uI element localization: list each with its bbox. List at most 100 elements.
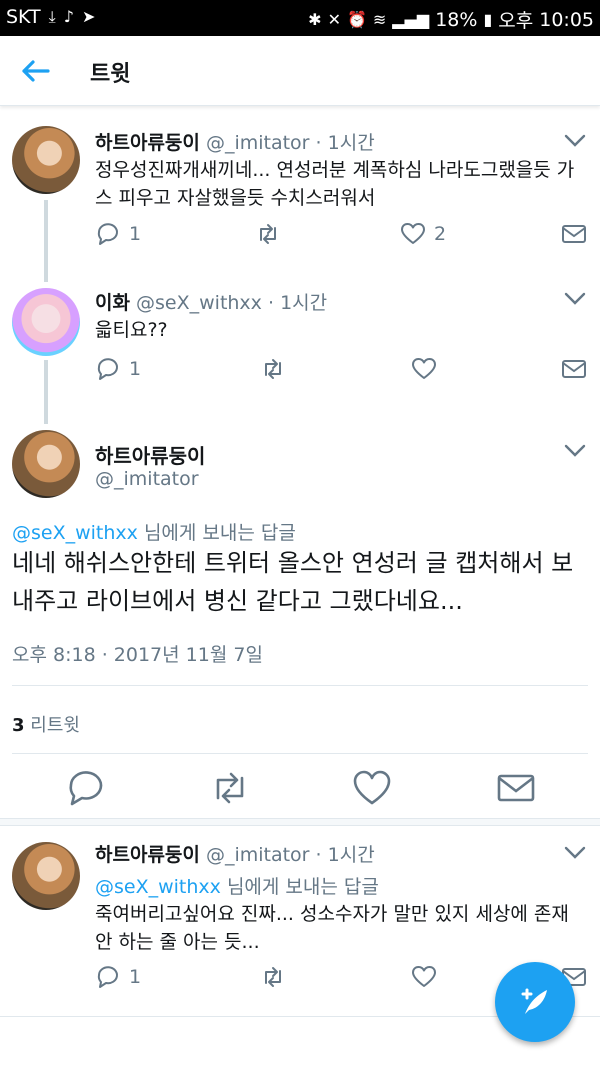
like-button[interactable] — [411, 962, 437, 992]
meta-separator: · — [267, 292, 281, 314]
user-handle: @_imitator — [205, 844, 310, 866]
tweet-header: 하트아류둥이 @_imitator · 1시간 — [95, 128, 375, 155]
tweet-time: 1시간 — [327, 132, 375, 154]
wifi-icon: ≋ — [372, 9, 387, 29]
reply-count: 1 — [129, 966, 142, 988]
clock-time: 10:05 — [539, 8, 594, 31]
user-name[interactable]: 하트아류둥이 — [95, 440, 205, 469]
retweet-button[interactable] — [260, 962, 286, 992]
reply-handle-link[interactable]: @seX_withxx — [12, 522, 138, 544]
focused-tweet: 하트아류둥이 @_imitator @seX_withxx 님에게 보내는 답글… — [0, 416, 600, 816]
like-count: 2 — [434, 223, 447, 245]
avatar[interactable] — [12, 288, 80, 356]
mute-icon: ✕ — [327, 9, 341, 29]
reply-count: 1 — [129, 223, 142, 245]
music-icon: ♪ — [63, 7, 74, 26]
share-button[interactable] — [496, 768, 536, 808]
tweet-header: 하트아류둥이 @_imitator · 1시간 — [95, 840, 375, 867]
notification-icon: ➤ — [81, 7, 96, 26]
compose-tweet-button[interactable] — [495, 962, 575, 1042]
like-icon — [412, 358, 436, 379]
tweet-item[interactable]: 이화 @seX_withxx · 1시간 읇티요?? 1 — [0, 276, 600, 416]
tweet-actions: 1 — [95, 354, 590, 384]
user-handle: @_imitator — [95, 468, 199, 490]
avatar[interactable] — [12, 126, 80, 194]
share-icon — [562, 360, 586, 378]
battery-icon: ▮ — [483, 9, 493, 29]
tweet-text: 읇티요?? — [95, 319, 168, 341]
chevron-down-icon[interactable] — [564, 134, 586, 148]
like-icon — [401, 223, 425, 244]
retweet-button[interactable] — [255, 219, 289, 249]
share-icon — [562, 225, 586, 243]
section-separator — [0, 818, 600, 826]
tweet-time: 1시간 — [327, 844, 375, 866]
reply-icon — [69, 771, 103, 806]
reply-handle-link[interactable]: @seX_withxx — [95, 876, 221, 898]
reply-suffix: 님에게 보내는 답글 — [137, 522, 296, 544]
tweet-text: 죽여버리고싶어요 진짜... 성소수자가 말만 있지 세상에 존재 안 하는 줄… — [95, 903, 569, 953]
download-icon: ⤓ — [48, 7, 56, 26]
tweet-item[interactable]: 하트아류둥이 @_imitator · 1시간 정우성진짜개새끼네... 연성러… — [0, 106, 600, 276]
user-handle: @seX_withxx — [136, 292, 262, 314]
reply-count: 1 — [129, 358, 142, 380]
retweet-icon — [260, 224, 276, 244]
chevron-down-icon[interactable] — [564, 444, 586, 458]
reply-context: @seX_withxx 님에게 보내는 답글 — [95, 872, 379, 899]
clock-ampm: 오후 — [498, 10, 534, 32]
like-button[interactable] — [411, 354, 437, 384]
divider — [12, 753, 588, 754]
reply-icon — [97, 223, 118, 245]
divider — [12, 685, 588, 686]
compose-icon — [521, 988, 547, 1014]
user-name[interactable]: 이화 — [95, 292, 130, 314]
app-bar: 트윗 — [0, 36, 600, 106]
carrier-label: SKT — [6, 6, 41, 28]
retweet-icon — [265, 967, 281, 987]
like-icon — [353, 770, 391, 805]
retweet-button[interactable] — [260, 354, 286, 384]
share-icon — [497, 774, 535, 802]
user-name[interactable]: 하트아류둥이 — [95, 844, 200, 866]
meta-separator: · — [315, 844, 328, 866]
reply-button[interactable]: 1 — [95, 354, 141, 384]
retweet-label: 리트윗 — [24, 715, 80, 736]
share-button[interactable] — [561, 219, 587, 249]
like-button[interactable] — [352, 768, 392, 808]
user-name[interactable]: 하트아류둥이 — [95, 132, 200, 154]
focused-actions — [0, 768, 600, 818]
reply-context: @seX_withxx 님에게 보내는 답글 — [12, 518, 296, 545]
reply-icon — [97, 966, 118, 988]
retweet-icon — [265, 359, 281, 379]
bluetooth-icon: ✱ — [308, 9, 322, 29]
tweet-timestamp: 오후 8:18 · 2017년 11월 7일 — [12, 644, 263, 666]
alarm-icon: ⏰ — [346, 9, 367, 29]
back-arrow-icon[interactable] — [18, 54, 52, 88]
page-title: 트윗 — [90, 62, 131, 87]
reply-button[interactable] — [66, 768, 106, 808]
user-handle: @_imitator — [205, 132, 310, 154]
reply-button[interactable]: 1 — [95, 219, 141, 249]
tweet-header: 이화 @seX_withxx · 1시간 — [95, 288, 327, 315]
reply-icon — [97, 358, 118, 380]
chevron-down-icon[interactable] — [564, 292, 586, 306]
retweet-count: 3 — [12, 715, 25, 736]
like-button[interactable]: 2 — [400, 219, 446, 249]
avatar[interactable] — [12, 430, 80, 498]
avatar[interactable] — [12, 842, 80, 910]
tweet-time: 1시간 — [280, 292, 328, 314]
meta-separator: · — [315, 132, 328, 154]
like-icon — [412, 966, 436, 987]
reply-suffix: 님에게 보내는 답글 — [220, 876, 379, 898]
signal-icon: ▂▄▆ — [392, 9, 430, 29]
tweet-text: 정우성진짜개새끼네... 연성러분 계폭하심 나라도그랬을듯 가스 피우고 자살… — [95, 159, 575, 209]
retweet-icon — [216, 772, 244, 804]
chevron-down-icon[interactable] — [564, 846, 586, 860]
tweet-actions: 1 2 — [95, 219, 590, 249]
battery-percent: 18% — [435, 8, 478, 31]
retweet-stats[interactable]: 3 리트윗 — [12, 711, 80, 737]
share-button[interactable] — [561, 354, 587, 384]
retweet-button[interactable] — [210, 768, 250, 808]
tweet-text: 네네 해쉬스안한테 트위터 올스안 연성러 글 캡처해서 보내주고 라이브에서 … — [12, 549, 574, 615]
reply-button[interactable]: 1 — [95, 962, 141, 992]
